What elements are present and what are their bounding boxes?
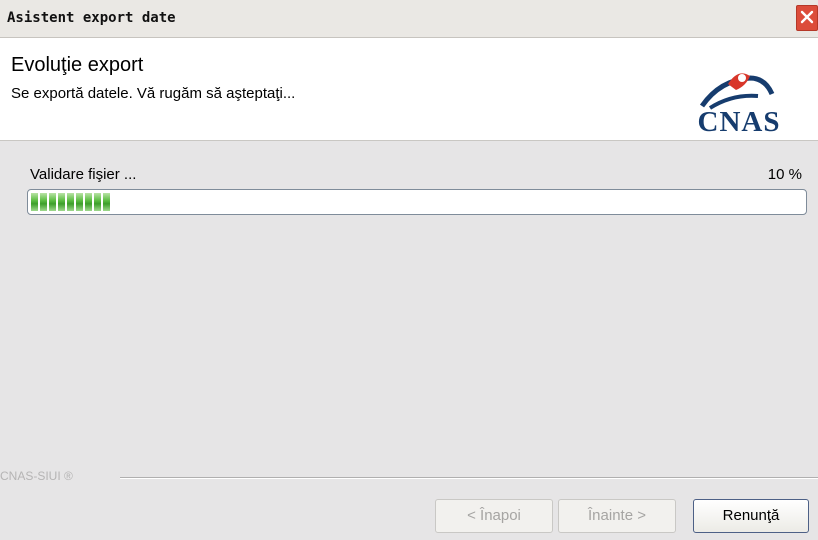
footer-divider [120, 477, 818, 479]
title-bar[interactable]: Asistent export date [0, 0, 818, 38]
progress-block [67, 193, 74, 211]
cnas-logo: CNAS [680, 64, 798, 148]
progress-panel: Validare fişier ... 10 % CNAS-SIUI ® < Î… [0, 141, 818, 540]
close-button[interactable] [796, 5, 818, 31]
progress-block [49, 193, 56, 211]
close-icon [800, 10, 814, 24]
progress-block [103, 193, 110, 211]
cancel-button[interactable]: Renunţă [693, 499, 809, 533]
page-title: Evoluţie export [11, 54, 144, 76]
export-wizard-window: Asistent export date Evoluţie export Se … [0, 0, 818, 540]
progress-block [85, 193, 92, 211]
progress-bar [27, 189, 807, 215]
wizard-header: Evoluţie export Se exportă datele. Vă ru… [0, 38, 818, 141]
footer-brand: CNAS-SIUI ® [0, 469, 73, 483]
progress-block [31, 193, 38, 211]
page-subtitle: Se exportă datele. Vă rugăm să aşteptaţi… [11, 85, 296, 102]
progress-percent: 10 % [767, 166, 802, 183]
window-title: Asistent export date [7, 10, 176, 26]
progress-bar-fill [31, 193, 110, 211]
logo-text: CNAS [697, 106, 781, 138]
progress-block [94, 193, 101, 211]
progress-block [58, 193, 65, 211]
progress-block [76, 193, 83, 211]
progress-label: Validare fişier ... [30, 166, 137, 183]
next-button[interactable]: Înainte > [558, 499, 676, 533]
progress-block [40, 193, 47, 211]
back-button[interactable]: < Înapoi [435, 499, 553, 533]
